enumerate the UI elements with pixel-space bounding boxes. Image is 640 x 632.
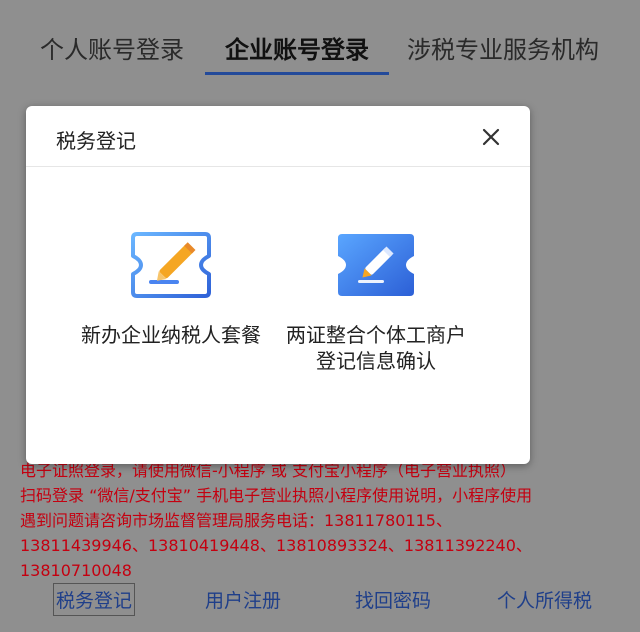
close-icon[interactable]: [480, 126, 502, 148]
option-label: 两证整合个体工商户登记信息确认: [286, 323, 466, 373]
notice-line: 13811439946、13810419448、13810893324、1381…: [20, 536, 532, 555]
new-enterprise-taxpayer-option[interactable]: 新办企业纳税人套餐: [76, 230, 266, 348]
personal-income-tax-link[interactable]: 个人所得税: [497, 586, 592, 613]
edit-ticket-icon: [338, 234, 414, 296]
notice-line: 遇到问题请咨询市场监督管理局服务电话：13811780115、: [20, 511, 452, 530]
tab-tax-agency[interactable]: 涉税专业服务机构: [407, 30, 599, 65]
option-label: 新办企业纳税人套餐: [81, 323, 261, 347]
tab-enterprise-login[interactable]: 企业账号登录: [225, 30, 369, 65]
tax-registration-dialog: 税务登记 新办企业纳税人套餐 两证整合个体工商户登记信息确认: [26, 106, 530, 464]
dialog-header: 税务登记: [26, 106, 530, 167]
login-notice: 电子证照登录，请使用微信-小程序 或 支付宝小程序（电子营业执照） 扫码登录 “…: [20, 458, 630, 583]
individual-business-confirm-option[interactable]: 两证整合个体工商户登记信息确认: [281, 230, 471, 374]
active-tab-indicator: [205, 72, 389, 75]
user-register-link[interactable]: 用户注册: [205, 586, 281, 613]
notice-line: 13810710048: [20, 561, 132, 580]
recover-password-link[interactable]: 找回密码: [355, 586, 431, 613]
notice-line: 扫码登录 “微信/支付宝” 手机电子营业执照小程序使用说明，小程序使用: [20, 486, 533, 505]
login-tabs: 个人账号登录 企业账号登录 涉税专业服务机构: [0, 0, 640, 76]
dialog-title: 税务登记: [56, 129, 136, 153]
tax-registration-link[interactable]: 税务登记: [52, 583, 136, 616]
tab-personal-login[interactable]: 个人账号登录: [40, 30, 184, 65]
edit-ticket-icon: [131, 232, 211, 298]
